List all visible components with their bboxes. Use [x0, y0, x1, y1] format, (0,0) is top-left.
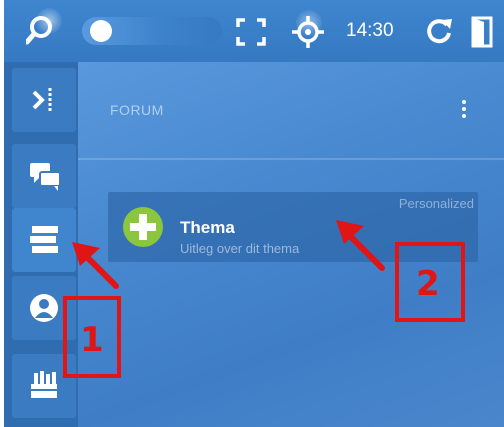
sidebar-item-chat[interactable]	[12, 144, 76, 208]
topic-title: Thema	[180, 218, 235, 237]
more-options-button[interactable]	[458, 98, 470, 124]
collapse-panel-icon	[32, 88, 52, 112]
toggle-switch[interactable]	[82, 17, 222, 45]
crosshair-icon	[292, 16, 324, 48]
page-title: FORUM	[110, 102, 164, 118]
annotation-arrow-1	[72, 242, 119, 289]
fullscreen-button[interactable]	[236, 18, 266, 46]
search-icon	[26, 16, 52, 45]
toggle-knob	[90, 20, 112, 42]
refresh-button[interactable]	[424, 16, 454, 46]
refresh-icon	[427, 19, 452, 44]
exit-button[interactable]	[470, 16, 494, 48]
clock: 14:30	[346, 20, 394, 41]
divider	[78, 158, 504, 160]
topic-subtitle: Uitleg over dit thema	[180, 241, 300, 256]
fullscreen-icon	[236, 18, 266, 46]
status-bar: 14:30	[4, 0, 504, 62]
sidebar-item-forum[interactable]	[12, 208, 76, 272]
chat-bubbles-icon	[30, 163, 61, 191]
forum-list-icon	[30, 226, 58, 253]
toolbox-icon	[31, 371, 57, 398]
search-button[interactable]	[26, 8, 66, 48]
annotation-label-2: 2	[416, 264, 440, 304]
sidebar-item-collapse[interactable]	[12, 68, 76, 132]
user-profile-icon	[30, 294, 58, 322]
exit-icon	[471, 16, 493, 48]
personalized-badge: Personalized	[398, 196, 474, 211]
locate-button[interactable]	[290, 10, 326, 50]
more-vertical-icon	[458, 100, 470, 118]
annotation-arrow-2	[336, 220, 385, 271]
annotation-label-1: 1	[80, 320, 104, 360]
